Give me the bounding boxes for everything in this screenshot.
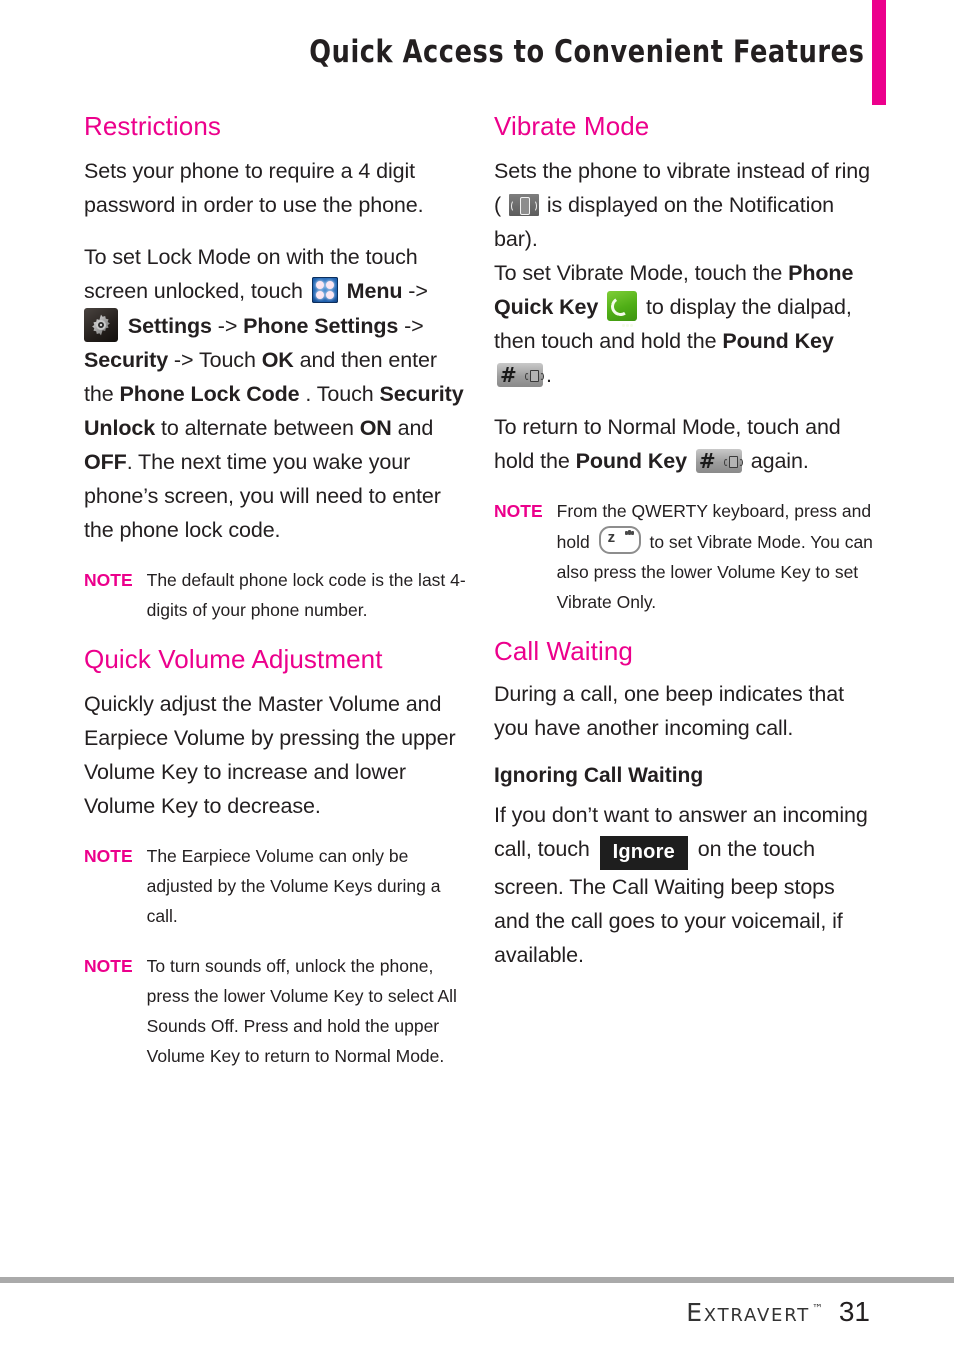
note-block: NOTE From the QWERTY keyboard, press and…	[494, 496, 876, 617]
text-fragment: To set Vibrate Mode, touch the	[494, 260, 783, 285]
left-column: Restrictions Sets your phone to require …	[84, 111, 466, 1091]
pound-key-icon: #	[695, 448, 743, 473]
vibrate-mode-paragraph-2: To return to Normal Mode, touch and hold…	[494, 410, 876, 478]
subsection-heading-ignoring-call-waiting: Ignoring Call Waiting	[494, 763, 704, 787]
text-fragment: Touch	[198, 347, 256, 372]
section-heading-vibrate-mode: Vibrate Mode	[494, 111, 650, 141]
page-footer: Extravert ™ 31	[686, 1296, 870, 1328]
note-body: The Earpiece Volume can only be adjusted…	[146, 845, 441, 926]
note-body: From the QWERTY keyboard, press and hold…	[557, 496, 876, 617]
section-heading-restrictions: Restrictions	[84, 111, 222, 141]
text-bold-settings: Settings	[127, 313, 212, 338]
note-block: NOTE To turn sounds off, unlock the phon…	[84, 951, 466, 1071]
qwerty-z-key-icon: z	[598, 525, 641, 554]
text-bold-menu: Menu	[346, 278, 403, 303]
text-bold-pound-key: Pound Key	[575, 448, 687, 473]
note-label: NOTE	[494, 500, 543, 521]
text-fragment: ->	[217, 313, 238, 338]
restrictions-paragraph-1: Sets your phone to require a 4 digit pas…	[84, 158, 424, 217]
text-fragment: to alternate between	[160, 415, 354, 440]
menu-grid-icon	[311, 276, 338, 303]
text-fragment: and	[397, 415, 434, 440]
note-block: NOTE The default phone lock code is the …	[84, 565, 466, 625]
text-bold-on: ON	[359, 415, 392, 440]
settings-gear-icon	[84, 307, 118, 342]
vibrate-status-icon	[508, 193, 539, 216]
call-waiting-paragraph-2: If you don’t want to answer an incoming …	[494, 798, 876, 972]
text-fragment: .	[546, 362, 552, 387]
text-fragment: is displayed on the Notification bar).	[494, 192, 835, 251]
pound-key-icon: #	[497, 362, 544, 387]
note-label: NOTE	[84, 845, 133, 866]
note-body: To turn sounds off, unlock the phone, pr…	[146, 955, 457, 1066]
brand-initial: E	[686, 1298, 704, 1327]
text-bold-security: Security	[84, 347, 169, 372]
brand-rest: xtravert	[703, 1298, 811, 1327]
header-accent-bar	[872, 0, 886, 105]
text-bold-ok: OK	[261, 347, 294, 372]
note-body: The default phone lock code is the last …	[146, 569, 466, 620]
trademark-symbol: ™	[812, 1301, 825, 1315]
note-block: NOTE The Earpiece Volume can only be adj…	[84, 841, 466, 931]
text-fragment: ->	[404, 313, 424, 338]
section-heading-quick-volume-adjustment: Quick Volume Adjustment	[84, 643, 383, 674]
vibrate-mode-paragraph-1: Sets the phone to vibrate instead of rin…	[494, 154, 876, 392]
phone-quick-key-icon	[607, 290, 638, 327]
section-heading-call-waiting: Call Waiting	[494, 635, 633, 666]
page-number: 31	[838, 1296, 870, 1327]
right-column: Vibrate Mode Sets the phone to vibrate i…	[494, 111, 876, 972]
text-fragment: ->	[408, 278, 428, 303]
text-bold-phone-lock-code: Phone Lock Code	[119, 381, 300, 406]
text-bold-pound-key: Pound Key	[722, 328, 834, 353]
quick-volume-paragraph-1: Quickly adjust the Master Volume and Ear…	[84, 691, 456, 818]
footer-divider	[0, 1277, 954, 1283]
page-header: Quick Access to Convenient Features	[0, 0, 954, 108]
text-bold-phone-settings: Phone Settings	[243, 313, 399, 338]
ignore-softkey-button[interactable]: Ignore	[599, 835, 688, 870]
page-title: Quick Access to Convenient Features	[308, 34, 864, 70]
call-waiting-paragraph-1: During a call, one beep indicates that y…	[494, 681, 844, 740]
note-label: NOTE	[84, 569, 133, 590]
text-fragment: ->	[173, 347, 194, 372]
text-fragment: . Touch	[305, 381, 374, 406]
restrictions-paragraph-2: To set Lock Mode on with the touch scree…	[84, 240, 466, 547]
text-bold-off: OFF	[84, 449, 127, 474]
text-fragment: . The next time you wake your phone’s sc…	[84, 449, 441, 542]
brand-name: Extravert ™	[686, 1298, 825, 1327]
note-label: NOTE	[84, 955, 133, 976]
text-fragment: again.	[750, 448, 809, 473]
